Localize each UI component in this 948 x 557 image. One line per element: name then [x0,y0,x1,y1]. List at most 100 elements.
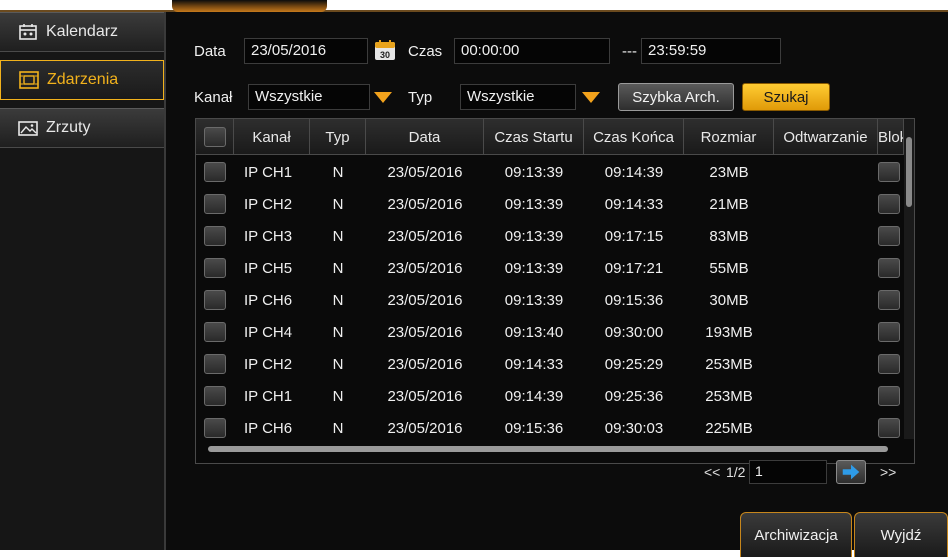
row-select-checkbox[interactable] [204,386,226,406]
sidebar-item-kalendarz[interactable]: Kalendarz [0,12,164,52]
table-row[interactable]: IP CH1 N 23/05/2016 09:14:39 09:25:36 253MB [196,380,902,412]
horizontal-scroll-thumb[interactable] [208,446,888,452]
cell-date: 23/05/2016 [387,195,463,213]
channel-dropdown-icon[interactable] [372,86,394,108]
cell-end: 09:25:29 [604,355,664,373]
column-header[interactable]: Blokada [878,119,904,155]
events-icon [19,71,39,89]
row-lock-toggle[interactable] [878,322,900,342]
table-row[interactable]: IP CH1 N 23/05/2016 09:13:39 09:14:39 23MB [196,156,902,188]
table-row[interactable]: IP CH4 N 23/05/2016 09:13:40 09:30:00 193MB [196,316,902,348]
cell-start: 09:13:40 [504,323,564,341]
prev-page-button[interactable]: << [704,464,720,480]
column-header[interactable]: Data [366,119,484,155]
exit-button[interactable]: Wyjdź [854,512,948,557]
cell-end: 09:25:36 [604,387,664,405]
column-header[interactable]: Odtwarzanie [774,119,878,155]
snapshot-icon [18,119,38,137]
cell-date: 23/05/2016 [387,355,463,373]
row-select-checkbox[interactable] [204,354,226,374]
cell-size: 23MB [709,163,749,181]
row-select-checkbox[interactable] [204,418,226,438]
type-select[interactable]: Wszystkie [460,84,576,110]
cell-size: 55MB [709,259,749,277]
cell-type: N [332,227,344,245]
cell-channel: IP CH2 [244,195,293,213]
table-row[interactable]: IP CH3 N 23/05/2016 09:13:39 09:17:15 83MB [196,220,902,252]
cell-type: N [332,291,344,309]
column-header[interactable]: Typ [310,119,366,155]
cell-type: N [332,195,344,213]
type-dropdown-icon[interactable] [580,86,602,108]
sidebar-item-label: Zdarzenia [47,71,119,88]
row-lock-toggle[interactable] [878,354,900,374]
calendar-badge: 30 [380,50,390,60]
row-lock-toggle[interactable] [878,258,900,278]
row-lock-toggle[interactable] [878,226,900,246]
row-select-checkbox[interactable] [204,258,226,278]
row-select-checkbox[interactable] [204,162,226,182]
sidebar-item-zrzuty[interactable]: Zrzuty [0,108,164,148]
cell-channel: IP CH2 [244,355,293,373]
next-page-button[interactable]: >> [880,464,896,480]
column-header[interactable]: Kanał [234,119,310,155]
row-lock-toggle[interactable] [878,418,900,438]
channel-select[interactable]: Wszystkie [248,84,370,110]
page-info: 1/2 [726,464,746,480]
vertical-scroll-thumb[interactable] [906,137,912,207]
column-header[interactable]: Rozmiar [684,119,774,155]
row-select-checkbox[interactable] [204,290,226,310]
cell-date: 23/05/2016 [387,323,463,341]
calendar-picker-icon[interactable]: 30 [373,38,397,62]
sidebar: Kalendarz Zdarzenia Zrzuty [0,12,166,550]
row-lock-toggle[interactable] [878,386,900,406]
cell-end: 09:14:39 [604,163,664,181]
sidebar-item-label: Zrzuty [46,119,91,136]
cell-type: N [332,163,344,181]
cell-date: 23/05/2016 [387,291,463,309]
column-header[interactable]: Czas Startu [484,119,584,155]
row-select-checkbox[interactable] [204,226,226,246]
cell-size: 193MB [705,323,753,341]
search-button[interactable]: Szukaj [742,83,830,111]
archive-button[interactable]: Archiwizacja [740,512,852,557]
cell-start: 09:13:39 [504,259,564,277]
row-select-checkbox[interactable] [204,194,226,214]
time-label: Czas [408,43,443,60]
cell-size: 30MB [709,291,749,309]
cell-start: 09:13:39 [504,195,564,213]
go-to-page-button[interactable] [836,460,866,484]
arrow-right-icon [842,464,860,480]
select-all-checkbox[interactable] [203,127,226,147]
cell-size: 21MB [709,195,749,213]
type-label: Typ [408,89,433,106]
date-field[interactable]: 23/05/2016 [244,38,368,64]
table-row[interactable]: IP CH5 N 23/05/2016 09:13:39 09:17:21 55MB [196,252,902,284]
cell-type: N [332,259,344,277]
cell-end: 09:15:36 [604,291,664,309]
sidebar-item-zdarzenia[interactable]: Zdarzenia [0,60,164,100]
row-lock-toggle[interactable] [878,290,900,310]
cell-start: 09:13:39 [504,291,564,309]
cell-date: 23/05/2016 [387,227,463,245]
time-from-field[interactable]: 00:00:00 [454,38,610,64]
row-lock-toggle[interactable] [878,194,900,214]
cell-channel: IP CH1 [244,387,293,405]
cell-end: 09:17:15 [604,227,664,245]
vertical-scrollbar[interactable] [904,119,914,439]
quick-archive-button[interactable]: Szybka Arch. [618,83,734,111]
time-to-field[interactable]: 23:59:59 [641,38,781,64]
table-row[interactable]: IP CH2 N 23/05/2016 09:14:33 09:25:29 253MB [196,348,902,380]
cell-type: N [332,355,344,373]
active-tab-accent [172,0,327,12]
table-row[interactable]: IP CH6 N 23/05/2016 09:13:39 09:15:36 30MB [196,284,902,316]
cell-end: 09:17:21 [604,259,664,277]
cell-end: 09:14:33 [604,195,664,213]
table-row[interactable]: IP CH2 N 23/05/2016 09:13:39 09:14:33 21MB [196,188,902,220]
cell-start: 09:14:33 [504,355,564,373]
cell-start: 09:13:39 [504,227,564,245]
row-lock-toggle[interactable] [878,162,900,182]
column-header[interactable]: Czas Końca [584,119,684,155]
page-number-input[interactable]: 1 [749,460,827,484]
row-select-checkbox[interactable] [204,322,226,342]
